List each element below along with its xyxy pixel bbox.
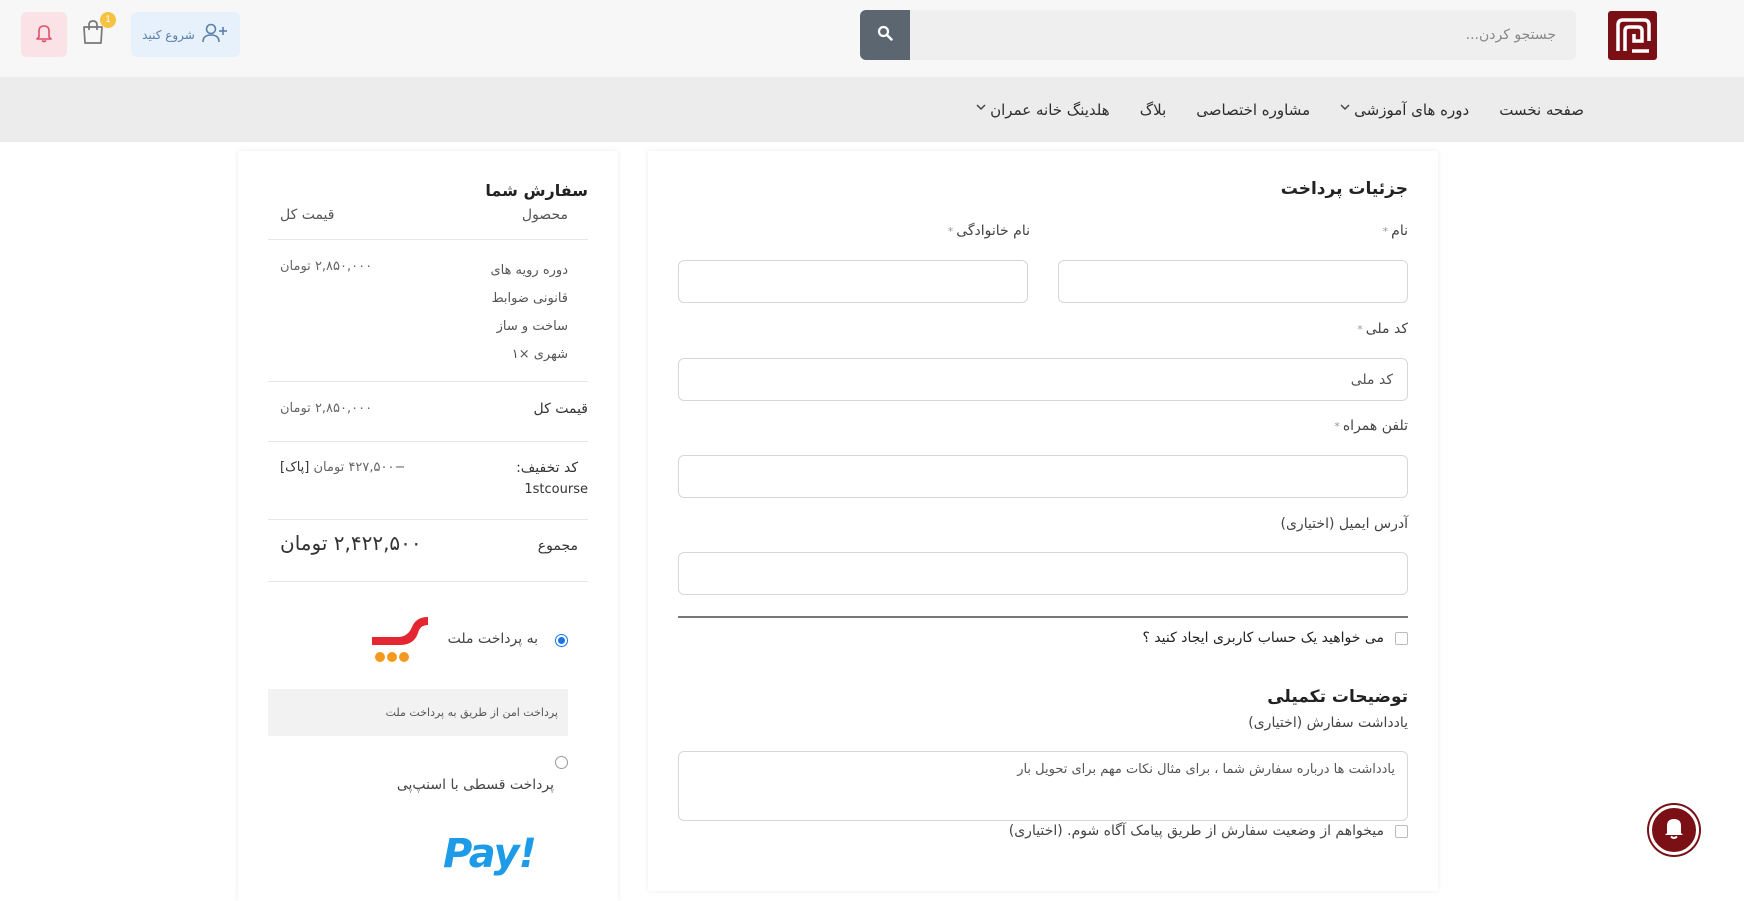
payment-mellat-radio[interactable]: [555, 634, 568, 647]
mobile-field[interactable]: [678, 455, 1408, 498]
bell-icon: [35, 23, 53, 47]
snapp-pay-logo: Pay!: [443, 831, 537, 877]
mellat-logo-icon: [368, 611, 432, 667]
national-code-field[interactable]: [678, 358, 1408, 401]
coupon-label: کد تخفیف:: [516, 460, 578, 476]
nav-item-home[interactable]: صفحه نخست: [1499, 101, 1584, 119]
create-account-label: می خواهید یک حساب کاربری ایجاد کنید ؟: [1142, 630, 1384, 646]
floating-bell-button[interactable]: [1649, 805, 1699, 855]
total-label: مجموع: [537, 538, 578, 554]
nav-item-blog[interactable]: بلاگ: [1140, 101, 1167, 119]
search-bar: [860, 10, 1576, 60]
order-title: سفارش شما: [485, 181, 588, 200]
additional-info-title: توضیحات تکمیلی: [1267, 687, 1408, 707]
payment-mellat-description: پرداخت امن از طریق به پرداخت ملت: [268, 689, 568, 736]
email-label: آدرس ایمیل (اختیاری): [1280, 516, 1408, 532]
email-field[interactable]: [678, 552, 1408, 595]
mobile-label: تلفن همراه*: [1334, 418, 1408, 434]
nav-item-consulting[interactable]: مشاوره اختصاصی: [1196, 101, 1310, 119]
subtotal-label: قیمت کل: [533, 401, 588, 417]
billing-details-panel: جزئیات پرداخت نام* نام خانوادگی* کد ملی*…: [648, 151, 1438, 891]
national-code-label: کد ملی*: [1357, 321, 1408, 337]
last-name-field[interactable]: [678, 260, 1028, 303]
first-name-field[interactable]: [1058, 260, 1408, 303]
last-name-label: نام خانوادگی*: [947, 223, 1030, 239]
divider: [268, 239, 588, 240]
coupon-code: 1stcourse: [524, 482, 588, 497]
total-value: ۲,۴۲۲,۵۰۰ تومان: [280, 531, 422, 555]
first-name-label: نام*: [1382, 223, 1408, 239]
product-price: ۲,۸۵۰,۰۰۰ تومان: [280, 259, 373, 274]
divider: [268, 441, 588, 442]
notifications-button[interactable]: [21, 12, 67, 57]
divider: [268, 381, 588, 382]
search-icon: [877, 25, 893, 45]
column-header-product: محصول: [521, 207, 568, 223]
section-divider: [678, 616, 1408, 618]
brand-logo-icon[interactable]: [1608, 11, 1657, 60]
create-account-checkbox[interactable]: [1395, 632, 1408, 645]
divider: [268, 581, 588, 582]
product-name: دوره رویه های قانونی ضوابط ساخت و ساز شه…: [490, 263, 568, 362]
billing-title: جزئیات پرداخت: [1280, 179, 1408, 199]
sms-notify-label: میخواهم از وضعیت سفارش از طریق پیامک آگا…: [1008, 823, 1384, 839]
bell-icon: [1663, 816, 1685, 844]
chevron-down-icon: [976, 103, 986, 114]
search-input[interactable]: [910, 10, 1576, 60]
payment-snapp-label: پرداخت قسطی با اسنپ‌پی: [396, 777, 554, 793]
chevron-down-icon: [1340, 103, 1350, 114]
payment-snapp-radio[interactable]: [555, 756, 568, 769]
start-login-button[interactable]: شروع کنید: [131, 12, 240, 57]
cart-count-badge: 1: [100, 12, 116, 28]
coupon-discount-value: −۴۲۷,۵۰۰ تومان: [313, 460, 406, 475]
main-navbar: صفحه نخست دوره های آموزشی مشاوره اختصاصی…: [0, 77, 1744, 142]
add-user-icon: [201, 22, 229, 47]
nav-item-holding[interactable]: هلدینگ خانه عمران: [976, 101, 1110, 119]
search-button[interactable]: [860, 10, 910, 60]
cart-button[interactable]: 1: [76, 12, 116, 54]
divider: [268, 519, 588, 520]
subtotal-value: ۲,۸۵۰,۰۰۰ تومان: [280, 401, 373, 416]
coupon-discount: −۴۲۷,۵۰۰ تومان [پاک]: [280, 460, 405, 475]
login-label: شروع کنید: [142, 27, 195, 42]
order-summary-panel: سفارش شما محصول قیمت کل دوره رویه های قا…: [238, 151, 618, 901]
top-header: شروع کنید 1: [0, 0, 1744, 77]
order-note-field[interactable]: [678, 751, 1408, 821]
sms-notify-checkbox[interactable]: [1395, 825, 1408, 838]
order-note-label: یادداشت سفارش (اختیاری): [1248, 715, 1408, 731]
payment-mellat-label: به پرداخت ملت: [447, 631, 538, 647]
column-header-total: قیمت کل: [280, 207, 335, 223]
main-nav: صفحه نخست دوره های آموزشی مشاوره اختصاصی…: [976, 77, 1584, 142]
nav-item-courses[interactable]: دوره های آموزشی: [1340, 101, 1469, 119]
coupon-remove-link[interactable]: [پاک]: [280, 460, 309, 475]
